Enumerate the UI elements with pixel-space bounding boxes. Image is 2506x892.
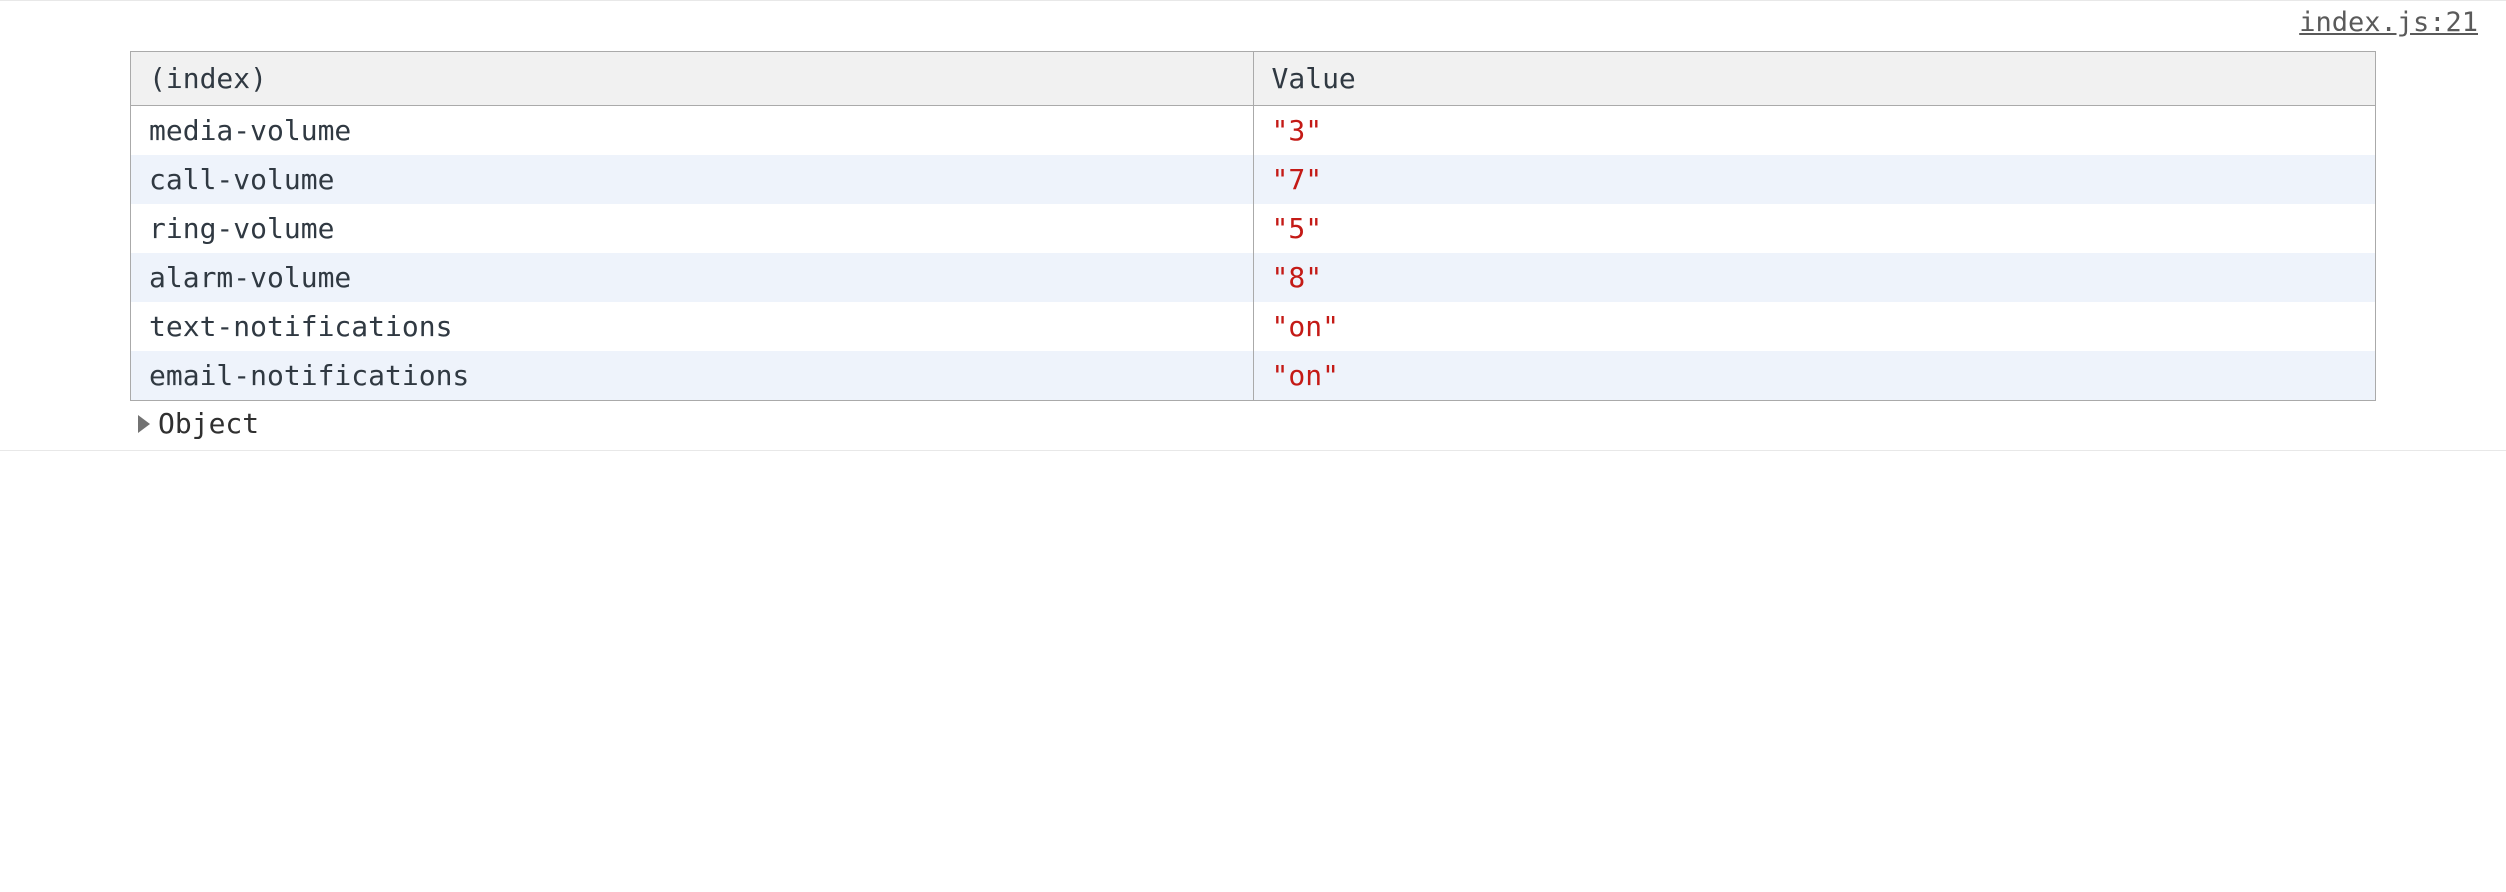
string-value: "on" bbox=[1272, 359, 1339, 392]
string-value: "3" bbox=[1272, 114, 1323, 147]
cell-index: text-notifications bbox=[131, 302, 1254, 351]
cell-index: ring-volume bbox=[131, 204, 1254, 253]
table-row[interactable]: email-notifications "on" bbox=[131, 351, 2376, 401]
table-row[interactable]: call-volume "7" bbox=[131, 155, 2376, 204]
cell-value: "on" bbox=[1253, 302, 2376, 351]
console-table: (index) Value media-volume "3" call-volume… bbox=[130, 51, 2376, 401]
string-value: "7" bbox=[1272, 163, 1323, 196]
cell-value: "3" bbox=[1253, 106, 2376, 156]
object-label: Object bbox=[158, 407, 259, 440]
cell-value: "8" bbox=[1253, 253, 2376, 302]
console-table-container: (index) Value media-volume "3" call-volume… bbox=[130, 51, 2376, 401]
cell-value: "5" bbox=[1253, 204, 2376, 253]
table-header-row: (index) Value bbox=[131, 52, 2376, 106]
console-log-entry: index.js:21 (index) Value media-volume "3… bbox=[0, 0, 2506, 451]
string-value: "5" bbox=[1272, 212, 1323, 245]
disclosure-triangle-icon bbox=[138, 415, 150, 433]
cell-index: media-volume bbox=[131, 106, 1254, 156]
cell-index: call-volume bbox=[131, 155, 1254, 204]
cell-value: "on" bbox=[1253, 351, 2376, 401]
cell-value: "7" bbox=[1253, 155, 2376, 204]
cell-index: email-notifications bbox=[131, 351, 1254, 401]
column-header-index[interactable]: (index) bbox=[131, 52, 1254, 106]
table-row[interactable]: ring-volume "5" bbox=[131, 204, 2376, 253]
table-row[interactable]: alarm-volume "8" bbox=[131, 253, 2376, 302]
table-row[interactable]: media-volume "3" bbox=[131, 106, 2376, 156]
table-row[interactable]: text-notifications "on" bbox=[131, 302, 2376, 351]
object-expand-row[interactable]: Object bbox=[138, 407, 2376, 440]
cell-index: alarm-volume bbox=[131, 253, 1254, 302]
source-link[interactable]: index.js:21 bbox=[2299, 7, 2478, 38]
string-value: "8" bbox=[1272, 261, 1323, 294]
column-header-value[interactable]: Value bbox=[1253, 52, 2376, 106]
string-value: "on" bbox=[1272, 310, 1339, 343]
